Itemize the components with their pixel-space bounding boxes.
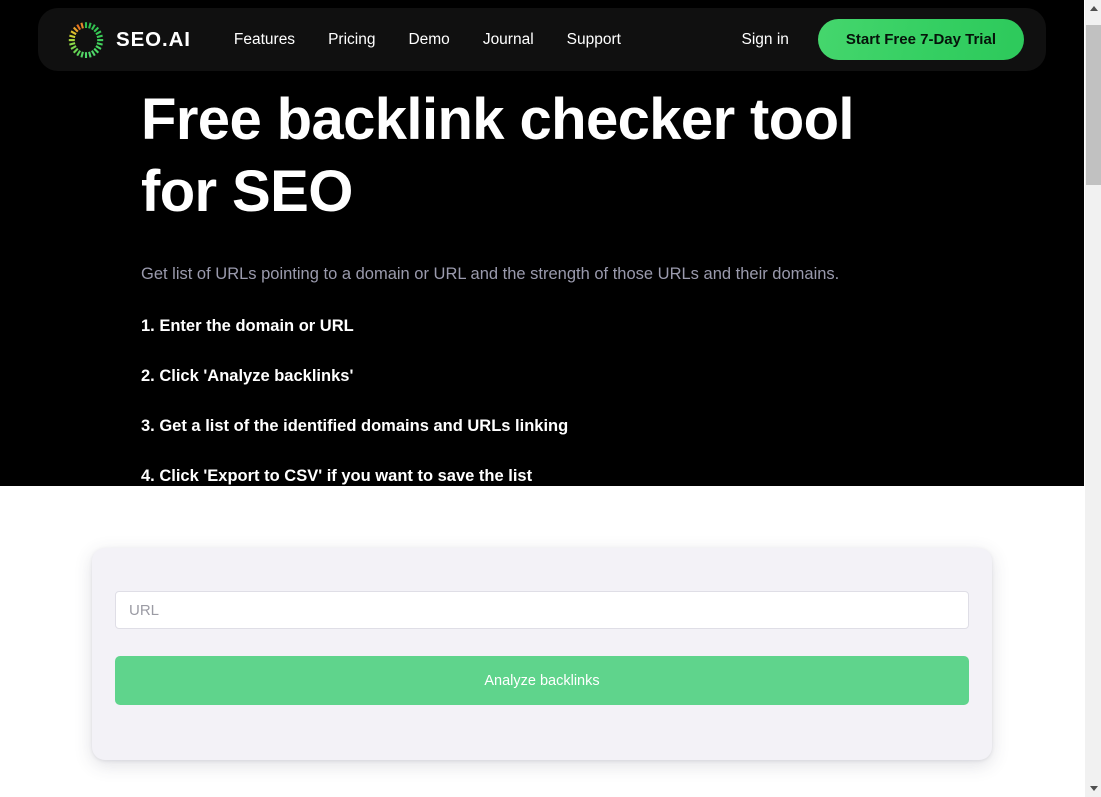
backlink-tool-card: Analyze backlinks xyxy=(92,548,992,760)
page-viewport: SEO.AI Features Pricing Demo Journal Sup… xyxy=(0,0,1084,797)
brand-logo[interactable]: SEO.AI xyxy=(67,21,191,59)
brand-name: SEO.AI xyxy=(116,27,191,51)
list-item: 4. Click 'Export to CSV' if you want to … xyxy=(141,467,533,485)
page-title-line-2: for SEO xyxy=(141,159,353,224)
start-free-trial-button[interactable]: Start Free 7-Day Trial xyxy=(817,19,1024,60)
chevron-up-icon[interactable] xyxy=(1085,0,1101,17)
url-input[interactable] xyxy=(115,591,969,629)
list-item: 3. Get a list of the identified domains … xyxy=(141,417,569,435)
nav-item-demo[interactable]: Demo xyxy=(408,31,449,49)
sunburst-spinner-icon xyxy=(67,21,105,59)
nav-item-pricing[interactable]: Pricing xyxy=(328,31,375,49)
list-item: 1. Enter the domain or URL xyxy=(141,317,354,335)
nav-item-journal[interactable]: Journal xyxy=(483,31,534,49)
hero-section: SEO.AI Features Pricing Demo Journal Sup… xyxy=(0,0,1084,486)
analyze-backlinks-button[interactable]: Analyze backlinks xyxy=(115,656,969,705)
chevron-down-icon[interactable] xyxy=(1085,780,1101,797)
page-title: Free backlink checker tool for SEO xyxy=(141,84,1021,228)
hero-subtitle: Get list of URLs pointing to a domain or… xyxy=(141,265,840,283)
steps-list: 1. Enter the domain or URL 2. Click 'Ana… xyxy=(141,315,1021,487)
vertical-scrollbar[interactable] xyxy=(1084,0,1101,797)
sign-in-link[interactable]: Sign in xyxy=(742,31,789,49)
list-item: 2. Click 'Analyze backlinks' xyxy=(141,367,354,385)
nav-links: Features Pricing Demo Journal Support xyxy=(234,31,621,49)
nav-actions: Sign in Start Free 7-Day Trial xyxy=(742,19,1024,60)
nav-item-features[interactable]: Features xyxy=(234,31,295,49)
hero-copy: Free backlink checker tool for SEO Get l… xyxy=(141,84,1021,487)
nav-item-support[interactable]: Support xyxy=(567,31,621,49)
page-title-line-1: Free backlink checker tool xyxy=(141,87,855,152)
scrollbar-thumb[interactable] xyxy=(1086,25,1101,185)
main-navbar: SEO.AI Features Pricing Demo Journal Sup… xyxy=(38,8,1046,71)
